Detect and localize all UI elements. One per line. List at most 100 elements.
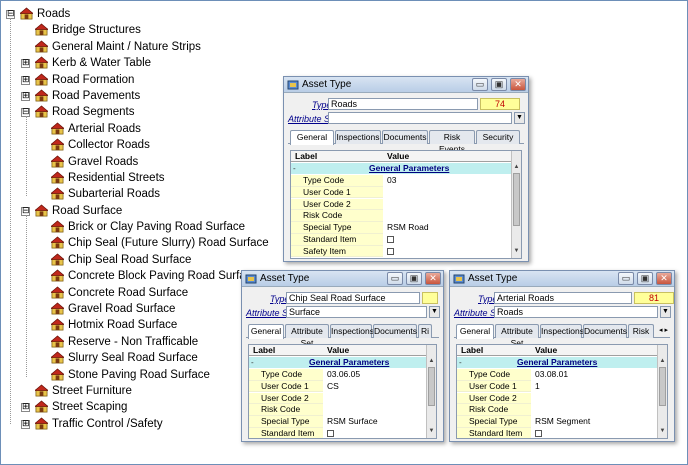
tree-node[interactable]: Gravel Roads [6,154,306,170]
tree-node[interactable]: Subarterial Roads [6,186,306,202]
tab-risk-events[interactable]: Risk Events [429,130,475,154]
grid-row[interactable]: Standard Item [291,234,511,246]
tree-node-label[interactable]: Road Pavements [52,88,140,104]
grid-row[interactable]: Maintenance Item [291,257,511,259]
grid-row[interactable]: User Code 1 [291,186,511,199]
window-titlebar[interactable]: Asset Type ▭ ▣ ✕ [242,271,443,287]
tree-node-label[interactable]: Chip Seal (Future Slurry) Road Surface [68,235,269,251]
tree-node-label[interactable]: Bridge Structures [52,22,141,38]
grid-row[interactable]: User Code 11 [457,380,657,393]
tree-node[interactable]: ⊟ Roads [6,6,306,22]
tree-node[interactable]: Arterial Roads [6,121,306,137]
tab-ri[interactable]: Ri [418,324,432,338]
asset-type-window-arterial[interactable]: Asset Type ▭ ▣ ✕ Type Arterial Roads 81 Att… [449,270,675,442]
grid-row[interactable]: User Code 1 CS [249,380,426,393]
tab-inspections[interactable]: Inspections [335,130,381,144]
row-value[interactable]: 03.06.05 [325,369,360,380]
tab-documents[interactable]: Documents [583,324,627,338]
tab-scroll-arrows[interactable]: ◂ ▸ [659,326,668,334]
maximize-button[interactable]: ▣ [637,272,653,285]
close-button[interactable]: ✕ [425,272,441,285]
tab-inspections[interactable]: Inspections [330,324,374,338]
scroll-down-arrow-icon[interactable]: ▼ [427,427,436,436]
row-value[interactable]: 03 [385,175,396,186]
attribute-set-dropdown-button[interactable]: ▼ [514,112,525,124]
tree-node-label[interactable]: General Maint / Nature Strips [52,39,201,55]
scroll-thumb[interactable] [428,367,435,406]
grid-row[interactable]: Special Type RSM Segment [457,416,657,428]
grid-row[interactable]: Type Code 03.08.01 [457,369,657,381]
tree-node-label[interactable]: Traffic Control /Safety [52,416,163,432]
tree-expander[interactable]: ⊞ [21,403,30,413]
tree-node-label[interactable]: Concrete Block Paving Road Surface [68,268,258,284]
tree-node-label[interactable]: Reserve - Non Trafficable [68,334,198,350]
row-value[interactable]: 03.08.01 [533,369,568,380]
tree-node[interactable]: ⊞ Road Pavements [6,88,306,104]
tree-node-label[interactable]: Concrete Road Surface [68,285,188,301]
grid-vertical-scrollbar[interactable]: ▲ ▼ [426,345,436,438]
parameters-grid[interactable]: Label Value - General Parameters Type Co… [456,344,668,439]
tree-node[interactable]: Collector Roads [6,137,306,153]
tree-node-label[interactable]: Hotmix Road Surface [68,317,177,333]
scroll-up-arrow-icon[interactable]: ▲ [512,163,521,172]
grid-row[interactable]: User Code 2 [291,198,511,211]
row-value[interactable]: CS [325,381,339,392]
scroll-up-arrow-icon[interactable]: ▲ [427,357,436,366]
row-checkbox[interactable] [385,246,394,258]
tab-security[interactable]: Security [476,130,520,144]
tree-expander[interactable]: ⊞ [21,91,30,101]
tree-node-label[interactable]: Residential Streets [68,170,165,186]
tree-node[interactable]: Chip Seal Road Surface [6,252,306,268]
tree-node[interactable]: Residential Streets [6,170,306,186]
tree-node-label[interactable]: Brick or Clay Paving Road Surface [68,219,245,235]
tree-node[interactable]: Bridge Structures [6,22,306,38]
grid-vertical-scrollbar[interactable]: ▲ ▼ [657,345,667,438]
type-field[interactable]: Chip Seal Road Surface [286,292,420,304]
column-header-value[interactable]: Value [535,345,557,356]
maximize-button[interactable]: ▣ [491,78,507,91]
window-titlebar[interactable]: Asset Type ▭ ▣ ✕ [284,77,528,93]
tree-node[interactable]: ⊟ Road Segments [6,104,306,120]
tree-node[interactable]: Chip Seal (Future Slurry) Road Surface [6,235,306,251]
tree-expander[interactable]: ⊞ [21,419,30,429]
grid-row[interactable]: Risk Code [249,404,426,416]
tree-node-label[interactable]: Kerb & Water Table [52,55,151,71]
tab-attribute-set[interactable]: Attribute Set [495,324,539,348]
tab-risk[interactable]: Risk [628,324,654,338]
parameters-grid[interactable]: Label Value - General Parameters Type Co… [248,344,437,439]
asset-type-window-roads[interactable]: Asset Type ▭ ▣ ✕ Type Roads 74 Attribute Se… [283,76,529,262]
grid-row[interactable]: Type Code 03.06.05 [249,369,426,381]
tree-node-label[interactable]: Gravel Roads [68,154,138,170]
column-header-label[interactable]: Label [253,345,275,356]
tree-node[interactable]: Brick or Clay Paving Road Surface [6,219,306,235]
tree-node-label[interactable]: Chip Seal Road Surface [68,252,191,268]
attribute-set-field[interactable]: Surface [286,306,427,318]
grid-row[interactable]: Special Type RSM Road [291,222,511,234]
tab-documents[interactable]: Documents [382,130,428,144]
scroll-up-arrow-icon[interactable]: ▲ [658,357,667,366]
checkbox-icon[interactable] [387,236,394,243]
grid-vertical-scrollbar[interactable]: ▲ ▼ [511,151,521,258]
tree-expander[interactable]: ⊞ [21,75,30,85]
minimize-button[interactable]: ▭ [387,272,403,285]
tab-inspections[interactable]: Inspections [540,324,584,338]
row-value[interactable]: RSM Surface [325,416,378,427]
row-checkbox[interactable] [385,258,394,259]
grid-row[interactable]: Special Type RSM Surface [249,416,426,428]
tree-node[interactable]: ⊟ Road Surface [6,203,306,219]
grid-row[interactable]: User Code 2 [457,392,657,405]
type-field[interactable]: Roads [328,98,478,110]
row-value[interactable]: RSM Segment [533,416,590,427]
row-checkbox[interactable] [385,234,394,246]
row-checkbox[interactable] [533,428,542,438]
checkbox-icon[interactable] [327,430,334,437]
close-button[interactable]: ✕ [656,272,672,285]
row-value[interactable]: 1 [533,381,540,392]
checkbox-icon[interactable] [387,247,394,255]
grid-row[interactable]: Standard Item [249,428,426,438]
row-value[interactable]: RSM Road [385,222,429,233]
tab-documents[interactable]: Documents [373,324,417,338]
tree-node-label[interactable]: Arterial Roads [68,121,141,137]
column-header-label[interactable]: Label [461,345,483,356]
grid-row[interactable]: Risk Code [457,404,657,416]
